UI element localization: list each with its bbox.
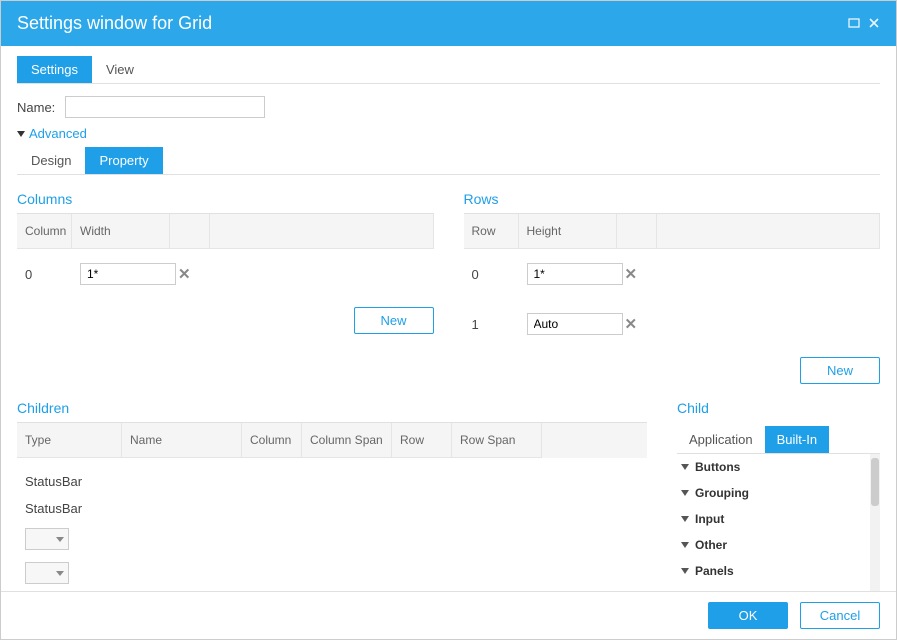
rows-new-button[interactable]: New <box>800 357 880 384</box>
rows-row-value-input[interactable] <box>527 313 623 335</box>
window-body: Settings View Name: Advanced Design Prop… <box>1 46 896 591</box>
cancel-button[interactable]: Cancel <box>800 602 880 629</box>
child-title: Child <box>677 396 880 422</box>
children-header: Type Name Column Column Span Row Row Spa… <box>17 423 647 458</box>
name-input[interactable] <box>65 96 265 118</box>
tab-property[interactable]: Property <box>85 147 162 174</box>
child-item-other[interactable]: Other <box>677 532 880 558</box>
delete-row-icon[interactable]: ✕ <box>625 266 638 283</box>
tab-application[interactable]: Application <box>677 426 765 453</box>
window-controls <box>848 13 880 34</box>
rows-title: Rows <box>464 187 881 214</box>
rows-row-index: 1 <box>464 311 519 338</box>
maximize-icon[interactable] <box>848 13 860 34</box>
columns-body: 0 ✕ <box>17 249 434 299</box>
columns-header: Column Width <box>17 214 434 249</box>
advanced-label: Advanced <box>29 126 87 141</box>
columns-header-column: Column <box>17 214 72 249</box>
rows-row: 0 ✕ <box>464 249 881 299</box>
children-row-name: StatusBar <box>17 495 137 522</box>
children-header-colspan: Column Span <box>302 423 392 458</box>
children-row-colspan-select[interactable] <box>25 562 69 584</box>
tab-design[interactable]: Design <box>17 147 85 174</box>
columns-row: 0 ✕ <box>17 249 434 299</box>
rows-row: 1 ✕ <box>464 299 881 349</box>
child-item-grouping[interactable]: Grouping <box>677 480 880 506</box>
columns-title: Columns <box>17 187 434 214</box>
child-item-selections[interactable]: Selections <box>677 584 880 591</box>
child-item-panels[interactable]: Panels <box>677 558 880 584</box>
child-item-input[interactable]: Input <box>677 506 880 532</box>
top-tabs: Settings View <box>17 56 880 84</box>
columns-new-button[interactable]: New <box>354 307 434 334</box>
children-title: Children <box>17 396 647 423</box>
chevron-down-icon <box>56 571 64 576</box>
child-panel: Child Application Built-In Buttons Group… <box>677 396 880 591</box>
rows-row-index: 0 <box>464 261 519 288</box>
children-row-column-select[interactable] <box>25 528 69 550</box>
name-row: Name: <box>17 96 880 118</box>
rows-row-value-input[interactable] <box>527 263 623 285</box>
chevron-down-icon <box>681 464 689 470</box>
window-title: Settings window for Grid <box>17 13 212 34</box>
advanced-toggle[interactable]: Advanced <box>17 126 880 141</box>
columns-row-index: 0 <box>17 261 72 288</box>
scrollbar[interactable] <box>870 454 880 591</box>
sub-tabs: Design Property <box>17 147 880 175</box>
rows-header: Row Height <box>464 214 881 249</box>
rows-header-height: Height <box>519 214 617 249</box>
chevron-down-icon <box>681 542 689 548</box>
columns-panel: Columns Column Width 0 ✕ New <box>17 187 434 384</box>
tab-builtin[interactable]: Built-In <box>765 426 829 453</box>
columns-rows-section: Columns Column Width 0 ✕ New <box>17 187 880 384</box>
child-list: Buttons Grouping Input Other Panels Sele… <box>677 453 880 591</box>
children-panel: Children Type Name Column Column Span Ro… <box>17 396 647 591</box>
tab-view[interactable]: View <box>92 56 148 83</box>
children-header-column: Column <box>242 423 302 458</box>
columns-header-width: Width <box>72 214 170 249</box>
name-label: Name: <box>17 100 55 115</box>
titlebar: Settings window for Grid <box>1 1 896 46</box>
settings-window: Settings window for Grid Settings View N… <box>0 0 897 640</box>
children-header-type: Type <box>17 423 122 458</box>
children-child-section: Children Type Name Column Column Span Ro… <box>17 396 880 591</box>
columns-row-value-input[interactable] <box>80 263 176 285</box>
delete-column-icon[interactable]: ✕ <box>178 266 191 283</box>
chevron-down-icon <box>681 516 689 522</box>
footer: OK Cancel <box>1 591 896 639</box>
children-header-rowspan: Row Span <box>452 423 542 458</box>
chevron-down-icon <box>17 131 25 137</box>
children-row: StatusBar StatusBar 1 <box>17 458 647 591</box>
scrollbar-thumb[interactable] <box>871 458 879 506</box>
close-icon[interactable] <box>868 13 880 34</box>
child-item-buttons[interactable]: Buttons <box>677 454 880 480</box>
ok-button[interactable]: OK <box>708 602 788 629</box>
children-header-row: Row <box>392 423 452 458</box>
child-tabs: Application Built-In <box>677 426 880 453</box>
rows-panel: Rows Row Height 0 ✕ 1 ✕ <box>464 187 881 384</box>
rows-header-row: Row <box>464 214 519 249</box>
chevron-down-icon <box>681 490 689 496</box>
chevron-down-icon <box>681 568 689 574</box>
delete-row-icon[interactable]: ✕ <box>625 316 638 333</box>
children-header-name: Name <box>122 423 242 458</box>
tab-settings[interactable]: Settings <box>17 56 92 83</box>
chevron-down-icon <box>56 537 64 542</box>
rows-body: 0 ✕ 1 ✕ <box>464 249 881 349</box>
children-row-type: StatusBar <box>17 468 122 495</box>
